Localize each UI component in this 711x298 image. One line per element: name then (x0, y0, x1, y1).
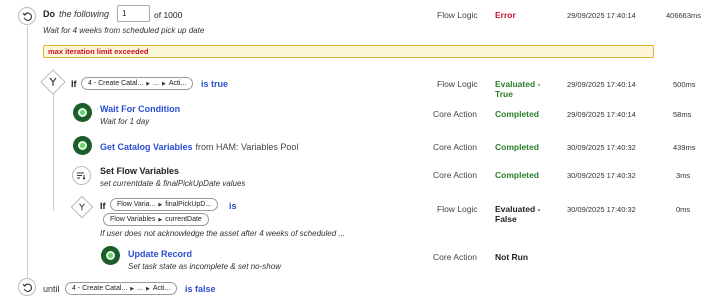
setvars-duration: 3ms (676, 171, 691, 180)
chevron-right-icon: ▶ (146, 80, 151, 87)
if1-condition: is true (201, 79, 229, 89)
iteration-input[interactable] (117, 5, 150, 22)
if2-date: 30/09/2025 17:40:32 (567, 205, 636, 214)
loop-icon (18, 7, 36, 25)
until-condition-pill[interactable]: 4 - Create Catal... ▶ ... ▶ Acti... (65, 282, 178, 295)
if2-duration: 0ms (676, 205, 691, 214)
if2-keyword: If (100, 201, 106, 211)
setvars-status: Completed (495, 170, 539, 180)
connector-line (53, 93, 54, 211)
action-dot-icon (101, 246, 120, 265)
if2-category: Flow Logic (437, 204, 478, 214)
error-banner: max iteration limit exceeded (43, 45, 654, 58)
until-condition: is false (185, 284, 216, 294)
if2-description: If user does not acknowledge the asset a… (100, 229, 346, 238)
catalog-status: Completed (495, 142, 539, 152)
if1-keyword: If (71, 79, 77, 89)
if1-date: 29/09/2025 17:40:14 (567, 80, 636, 89)
if2-status: Evaluated - False (495, 204, 540, 224)
chevron-right-icon: ▶ (158, 216, 163, 223)
wait-date: 29/09/2025 17:40:14 (567, 110, 636, 119)
chevron-right-icon: ▶ (130, 285, 135, 292)
pill-segment: Flow Variables (110, 216, 156, 223)
do-status: Error (495, 10, 516, 20)
pill-segment: Acti... (168, 80, 187, 87)
if1-condition-pill[interactable]: 4 - Create Catal... ▶ ... ▶ Acti... (81, 77, 194, 90)
catalog-source: from HAM: Variables Pool (195, 142, 299, 152)
status-line: Evaluated - (495, 79, 541, 89)
wait-status: Completed (495, 109, 539, 119)
do-header: Do the following (43, 9, 109, 19)
update-title[interactable]: Update Record (128, 249, 192, 259)
chevron-right-icon: ▶ (158, 201, 163, 208)
until-keyword: until (43, 284, 60, 294)
catalog-date: 30/09/2025 17:40:32 (567, 143, 636, 152)
catalog-title[interactable]: Get Catalog Variables (100, 142, 193, 152)
iteration-total: of 1000 (154, 10, 183, 20)
do-title-suffix: the following (59, 9, 110, 19)
branch-icon (70, 195, 94, 219)
if2-condition-pill[interactable]: Flow Varia... ▶ finalPickUpD... (110, 198, 219, 211)
pill-segment: ... (153, 80, 159, 87)
status-line: True (495, 89, 513, 99)
do-date: 29/09/2025 17:40:14 (567, 11, 636, 20)
chevron-right-icon: ▶ (161, 80, 166, 87)
action-dot-icon (73, 103, 92, 122)
pill-segment: Acti... (152, 285, 171, 292)
pill-segment: currentDate (165, 216, 202, 223)
if2-is: is (229, 201, 237, 211)
catalog-header: Get Catalog Variables from HAM: Variable… (100, 142, 298, 152)
setvars-category: Core Action (433, 170, 477, 180)
do-description: Wait for 4 weeks from scheduled pick up … (43, 26, 205, 35)
wait-description: Wait for 1 day (100, 117, 150, 126)
if1-status: Evaluated - True (495, 79, 540, 99)
action-dot-icon (73, 136, 92, 155)
loop-icon (18, 278, 36, 296)
do-title: Do (43, 9, 55, 19)
if1-category: Flow Logic (437, 79, 478, 89)
wait-title[interactable]: Wait For Condition (100, 104, 180, 114)
update-category: Core Action (433, 252, 477, 262)
branch-icon (40, 69, 66, 95)
pill-segment: finalPickUpD... (165, 201, 212, 208)
pill-segment: Flow Varia... (117, 201, 156, 208)
status-line: Evaluated - (495, 204, 541, 214)
update-description: Set task state as incomplete & set no-sh… (128, 262, 281, 271)
update-status: Not Run (495, 252, 529, 262)
set-variables-icon (72, 166, 91, 185)
pill-segment: 4 - Create Catal... (72, 285, 128, 292)
catalog-category: Core Action (433, 142, 477, 152)
if1-duration: 500ms (673, 80, 696, 89)
setvars-date: 30/09/2025 17:40:32 (567, 171, 636, 180)
status-line: False (495, 214, 517, 224)
wait-duration: 58ms (673, 110, 692, 119)
do-duration: 406663ms (666, 11, 702, 20)
pill-segment: ... (137, 285, 143, 292)
catalog-duration: 439ms (673, 143, 696, 152)
do-category: Flow Logic (437, 10, 478, 20)
connector-line (27, 26, 28, 284)
setvars-title: Set Flow Variables (100, 166, 180, 176)
chevron-right-icon: ▶ (145, 285, 150, 292)
setvars-description: set currentdate & finalPickUpDate values (100, 179, 246, 188)
pill-segment: 4 - Create Catal... (88, 80, 144, 87)
if2-compare-pill[interactable]: Flow Variables ▶ currentDate (103, 213, 209, 226)
wait-category: Core Action (433, 109, 477, 119)
